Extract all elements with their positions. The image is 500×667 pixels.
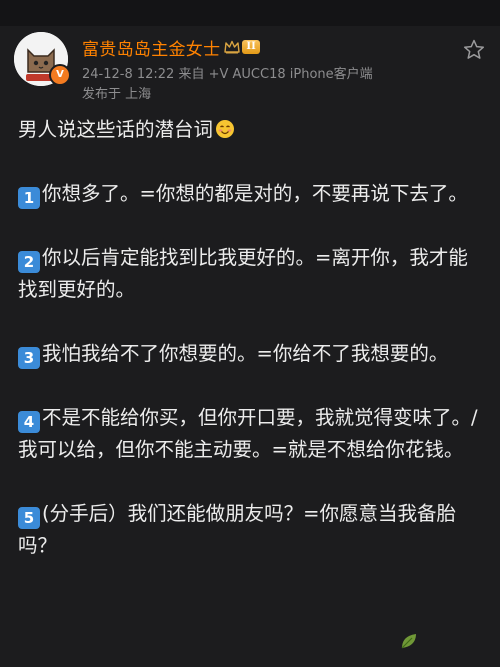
leaf-watermark-icon (401, 634, 416, 649)
list-item: 2 你以后肯定能找到比我更好的。=离开你，我才能找到更好的。 (18, 242, 484, 306)
list-item: 5 (分手后）我们还能做朋友吗？=你愿意当我备胎吗？ (18, 498, 484, 562)
post-title: 男人说这些话的潜台词 (18, 114, 484, 146)
keycap-number: 5 (18, 507, 40, 529)
star-outline-icon[interactable] (462, 38, 486, 62)
post-header: V 富贵岛岛主金女士 II 24-12-8 12:22 来自 +V AUCC18… (0, 26, 500, 110)
keycap-number: 1 (18, 187, 40, 209)
keycap-number: 4 (18, 411, 40, 433)
post-location: 发布于 上海 (82, 87, 152, 102)
list-item-text: 不是不能给你买，但你开口要，我就觉得变味了。/我可以给，但你不能主动要。=就是不… (18, 406, 478, 461)
list-item: 1 你想多了。=你想的都是对的，不要再说下去了。 (18, 178, 484, 210)
top-bar (0, 0, 500, 26)
list-item-text: 你想多了。=你想的都是对的，不要再说下去了。 (42, 182, 468, 205)
post-title-text: 男人说这些话的潜台词 (18, 118, 214, 141)
list-item-text: (分手后）我们还能做朋友吗？=你愿意当我备胎吗？ (18, 502, 456, 557)
post-meta: 24-12-8 12:22 来自 +V AUCC18 iPhone客户端 (82, 67, 373, 82)
list-item-text: 你以后肯定能找到比我更好的。=离开你，我才能找到更好的。 (18, 246, 468, 301)
post-content: 男人说这些话的潜台词 1 你想多了。=你想的都是对的，不要再说下去了。 2 你以后肯… (18, 114, 484, 594)
level-badge[interactable]: II (242, 40, 260, 54)
crown-icon (224, 40, 241, 54)
smiling-face-icon (216, 120, 235, 138)
list-item: 3 我怕我给不了你想要的。=你给不了我想要的。 (18, 338, 484, 370)
keycap-number: 2 (18, 251, 40, 273)
vip-badge: V (49, 64, 71, 86)
list-item: 4 不是不能给你买，但你开口要，我就觉得变味了。/我可以给，但你不能主动要。=就是… (18, 402, 484, 466)
list-item-text: 我怕我给不了你想要的。=你给不了我想要的。 (42, 342, 449, 365)
username-row: 富贵岛岛主金女士 II (82, 35, 260, 60)
username-link[interactable]: 富贵岛岛主金女士 (82, 35, 220, 60)
keycap-number: 3 (18, 347, 40, 369)
